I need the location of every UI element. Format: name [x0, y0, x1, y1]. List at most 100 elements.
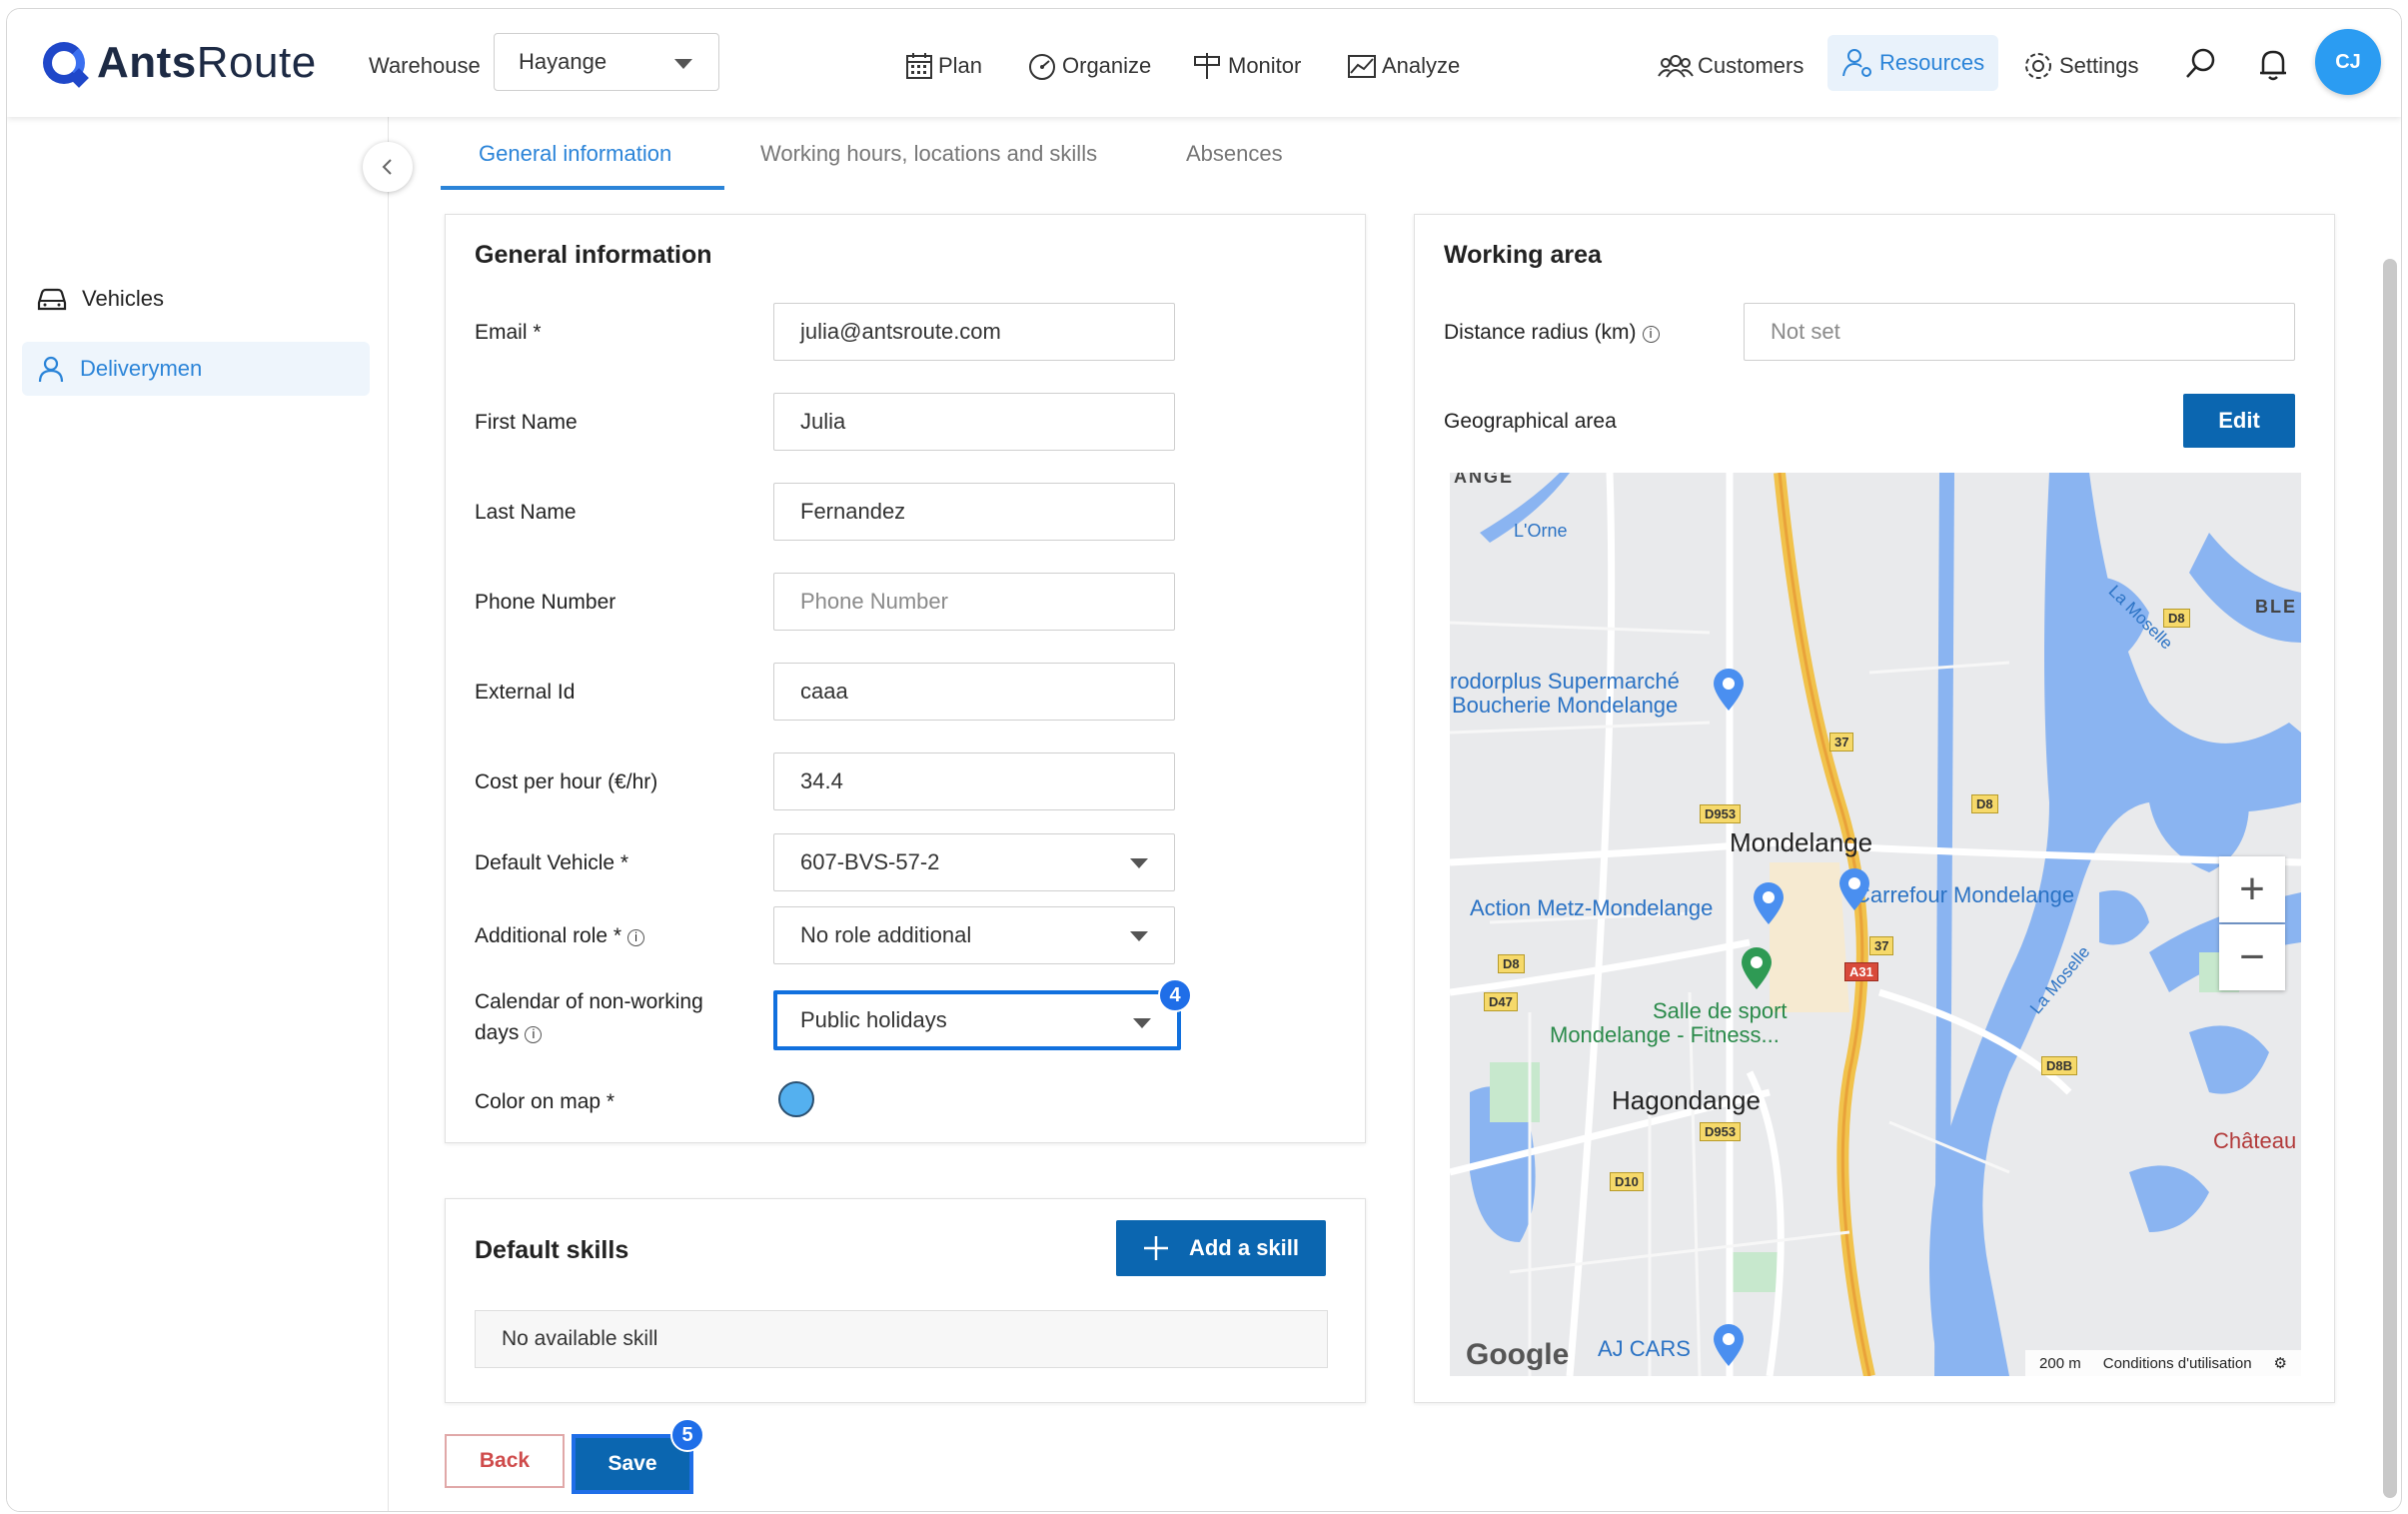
- additional-role-value: No role additional: [800, 922, 972, 947]
- map-label-salle-de-sport: Salle de sport: [1653, 998, 1788, 1023]
- map-scale: 200 m: [2039, 1354, 2081, 1372]
- nav-monitor[interactable]: Monitor: [1192, 49, 1301, 83]
- additional-role-select[interactable]: No role additional: [773, 906, 1175, 964]
- warehouse-value: Hayange: [519, 49, 607, 74]
- geographical-area-label: Geographical area: [1444, 410, 1617, 433]
- map-label-carrefour: Carrefour Mondelange: [1854, 882, 2075, 907]
- logo-text-bold: Ants: [97, 38, 197, 87]
- map-label-orne: L'Orne: [1514, 521, 1568, 541]
- external-id-value: caaa: [800, 679, 848, 704]
- people-icon: [1658, 55, 1694, 78]
- map-label-boucherie: Boucherie Mondelange: [1452, 693, 1679, 718]
- sidebar-item-vehicles[interactable]: Vehicles: [22, 272, 370, 326]
- road-tag: D8: [1498, 954, 1525, 973]
- last-name-field[interactable]: Fernandez: [773, 483, 1175, 541]
- external-id-field[interactable]: caaa: [773, 663, 1175, 721]
- nav-organize[interactable]: Organize: [1026, 49, 1151, 83]
- nav-settings[interactable]: Settings: [2021, 49, 2139, 83]
- warehouse-select[interactable]: Hayange: [494, 33, 719, 91]
- map-label-chateau: Château: [2213, 1128, 2297, 1153]
- nav-customers-label: Customers: [1698, 53, 1805, 78]
- map-pin-icon[interactable]: [1712, 1324, 1746, 1368]
- chevron-down-icon: [674, 59, 692, 69]
- email-field[interactable]: julia@antsroute.com: [773, 303, 1175, 361]
- road-tag: D8: [2163, 609, 2190, 628]
- tab-general-information[interactable]: General information: [479, 141, 671, 167]
- antsroute-logo[interactable]: AntsRoute: [43, 37, 317, 89]
- map-label-ange: ANGE: [1454, 473, 1515, 487]
- default-vehicle-select[interactable]: 607-BVS-57-2: [773, 833, 1175, 891]
- general-information-title: General information: [475, 241, 712, 269]
- nav-customers[interactable]: Customers: [1658, 49, 1804, 83]
- first-name-field[interactable]: Julia: [773, 393, 1175, 451]
- distance-radius-field[interactable]: Not set: [1744, 303, 2295, 361]
- tab-working-hours[interactable]: Working hours, locations and skills: [760, 141, 1097, 167]
- map-pin-icon[interactable]: [1740, 947, 1774, 991]
- cost-per-hour-value: 34.4: [800, 768, 843, 793]
- color-picker-swatch[interactable]: [778, 1081, 814, 1117]
- map-terms-link[interactable]: Conditions d'utilisation: [2103, 1355, 2252, 1372]
- notifications-button[interactable]: [2257, 47, 2293, 81]
- back-button[interactable]: Back: [445, 1434, 565, 1488]
- calendar-label-line2-row: days i: [475, 1017, 703, 1048]
- nav-analyze[interactable]: Analyze: [1346, 49, 1460, 83]
- user-avatar[interactable]: CJ: [2315, 29, 2381, 95]
- calendar-label-line1: Calendar of non-working: [475, 990, 703, 1013]
- map-view[interactable]: ANGE L'Orne BLE La Moselle La Moselle ro…: [1450, 473, 2301, 1376]
- nav-resources[interactable]: Resources: [1827, 35, 1999, 91]
- phone-number-field[interactable]: Phone Number: [773, 573, 1175, 631]
- collapse-sidebar-button[interactable]: [363, 142, 413, 192]
- road-tag: 37: [1829, 733, 1854, 752]
- map-pin-icon[interactable]: [1752, 882, 1786, 926]
- cost-per-hour-field[interactable]: 34.4: [773, 753, 1175, 810]
- map-pin-icon[interactable]: [1712, 669, 1746, 713]
- calendar-label-line2: days: [475, 1021, 520, 1044]
- add-skill-button[interactable]: Add a skill: [1116, 1220, 1326, 1276]
- page-scrollbar[interactable]: [2383, 259, 2397, 1498]
- map-label-hagondange: Hagondange: [1612, 1085, 1761, 1115]
- zoom-in-button[interactable]: +: [2219, 856, 2285, 922]
- nav-monitor-label: Monitor: [1228, 53, 1302, 78]
- nav-resources-label: Resources: [1879, 50, 1985, 75]
- color-on-map-label: Color on map *: [475, 1090, 615, 1113]
- email-label: Email *: [475, 321, 542, 344]
- plus-icon: [1143, 1236, 1168, 1260]
- zoom-out-button[interactable]: −: [2219, 924, 2285, 990]
- last-name-value: Fernandez: [800, 499, 906, 524]
- calendar-label: Calendar of non-working days i: [475, 986, 703, 1048]
- search-button[interactable]: [2183, 47, 2223, 81]
- map-pin-icon[interactable]: [1837, 868, 1871, 912]
- nav-plan[interactable]: Plan: [904, 49, 982, 83]
- road-tag: D953: [1700, 804, 1742, 823]
- signpost-icon: [1194, 53, 1220, 79]
- gauge-icon: [1029, 54, 1055, 80]
- sidebar-item-deliverymen[interactable]: Deliverymen: [22, 342, 370, 396]
- calendar-select[interactable]: Public holidays: [773, 990, 1181, 1050]
- map-label-ble: BLE: [2255, 597, 2297, 617]
- additional-role-label: Additional role * i: [475, 920, 645, 951]
- car-icon: [37, 288, 67, 311]
- info-icon[interactable]: i: [1642, 326, 1660, 343]
- info-icon[interactable]: i: [627, 929, 645, 946]
- tab-absences[interactable]: Absences: [1186, 141, 1283, 167]
- edit-geo-area-button[interactable]: Edit: [2183, 394, 2295, 448]
- sidebar-item-label: Vehicles: [82, 286, 164, 311]
- warehouse-label: Warehouse: [369, 53, 481, 78]
- no-skill-message: No available skill: [475, 1310, 1328, 1368]
- info-icon[interactable]: i: [525, 1026, 543, 1043]
- report-icon[interactable]: ⚙: [2274, 1354, 2287, 1372]
- nav-plan-label: Plan: [938, 53, 983, 78]
- road-tag: D47: [1484, 992, 1518, 1011]
- last-name-label: Last Name: [475, 501, 577, 524]
- bell-icon: [2260, 50, 2286, 81]
- phone-number-placeholder: Phone Number: [800, 589, 948, 614]
- gear-icon: [2025, 53, 2051, 79]
- nav-settings-label: Settings: [2059, 53, 2139, 78]
- resources-icon: [1842, 49, 1871, 77]
- sidebar: Vehicles Deliverymen: [7, 117, 389, 1511]
- calendar-value: Public holidays: [800, 1007, 947, 1032]
- calendar-icon: [906, 53, 932, 79]
- user-icon: [38, 356, 64, 383]
- map-label-mondelange: Mondelange: [1730, 827, 1873, 857]
- default-vehicle-label: Default Vehicle *: [475, 851, 629, 874]
